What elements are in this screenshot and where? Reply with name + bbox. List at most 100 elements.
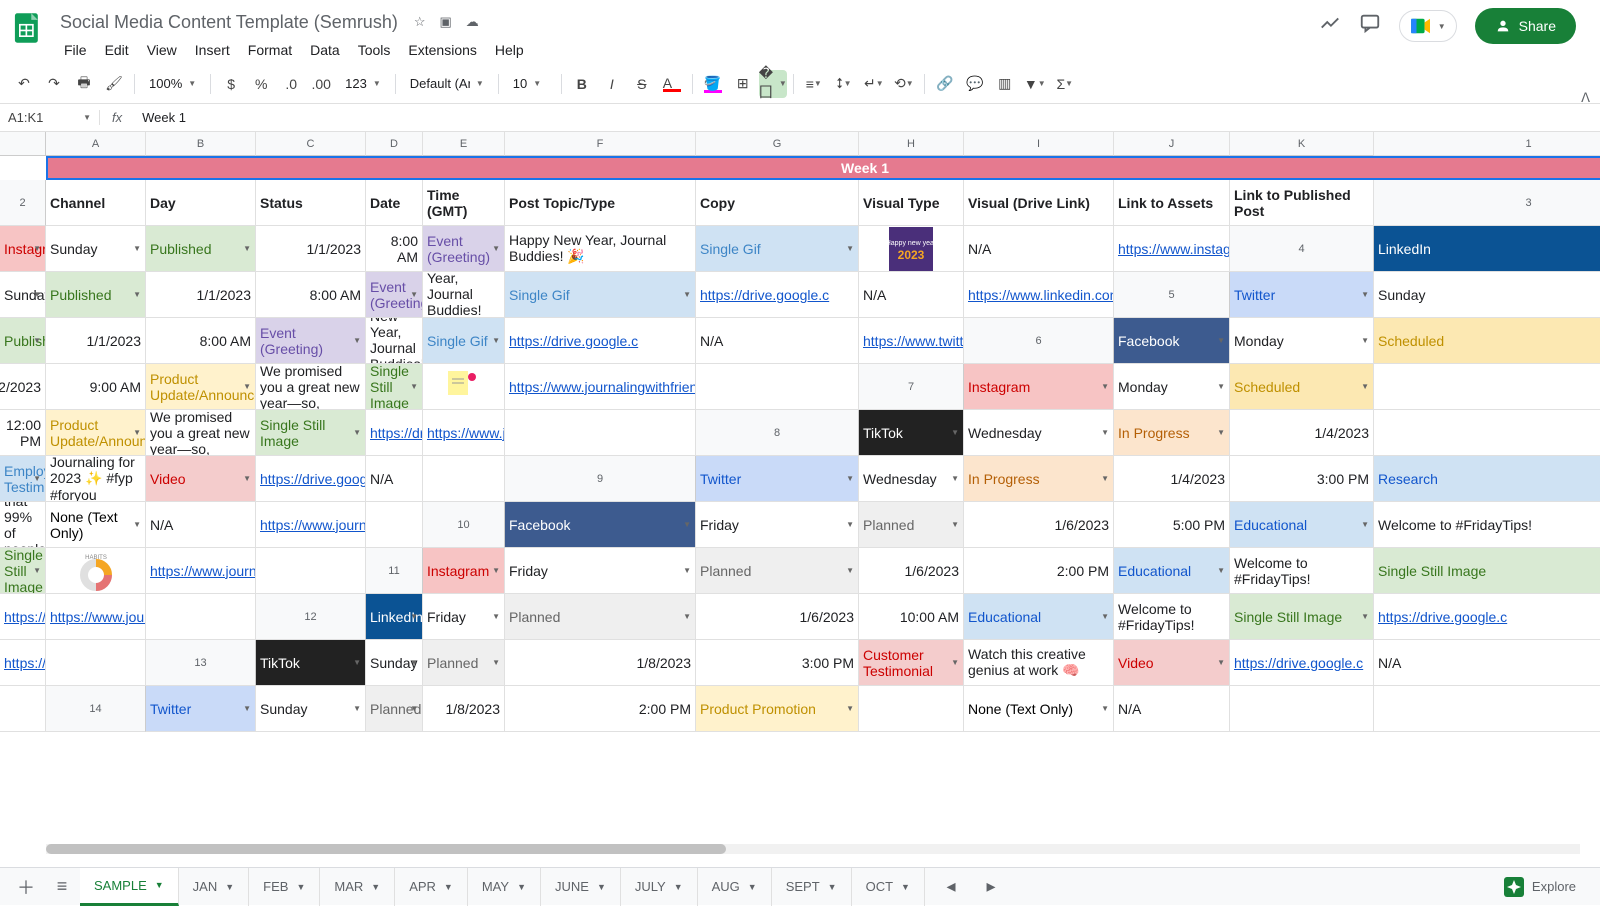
cell-copy[interactable]: Happy New Year, Journal Buddies! 🎉 [366, 318, 423, 364]
dropdown-icon[interactable]: ▼ [243, 244, 251, 253]
dropdown-icon[interactable]: ▼ [133, 520, 141, 529]
cell-day[interactable]: Sunday▼ [366, 640, 423, 686]
cell-channel[interactable]: Facebook▼ [1114, 318, 1230, 364]
cell-visual-type[interactable]: None (Text Only)▼ [46, 502, 146, 548]
cell-visual-type[interactable]: Single Still Image▼ [1230, 594, 1374, 640]
cell-time[interactable]: 5:00 PM [1114, 502, 1230, 548]
cell-date[interactable]: 1/1/2023 [46, 318, 146, 364]
cell-channel[interactable]: Facebook▼ [505, 502, 696, 548]
italic-button[interactable]: I [598, 70, 626, 98]
menu-view[interactable]: View [139, 38, 185, 62]
cell-status[interactable]: Planned▼ [505, 594, 696, 640]
move-icon[interactable]: ▣ [439, 14, 451, 30]
cell-assets[interactable] [1230, 686, 1374, 732]
cell-topic[interactable]: Event (Greeting)▼ [366, 272, 423, 318]
dropdown-icon[interactable]: ▼ [1361, 612, 1369, 621]
cell-time[interactable]: 10:00 AM [859, 594, 964, 640]
cell-channel[interactable]: Twitter▼ [146, 686, 256, 732]
dropdown-icon[interactable]: ▼ [353, 658, 361, 667]
font-size-select[interactable]: 10▼ [505, 70, 555, 98]
header-status[interactable]: Status [256, 180, 366, 226]
dropdown-icon[interactable]: ▼ [1361, 382, 1369, 391]
col-header-B[interactable]: B [146, 132, 256, 156]
cell-day[interactable]: Wednesday▼ [964, 410, 1114, 456]
cell-time[interactable]: 8:00 AM [256, 272, 366, 318]
dropdown-icon[interactable]: ▼ [33, 290, 41, 299]
cell-published[interactable] [366, 502, 423, 548]
cell-day[interactable]: Friday▼ [505, 548, 696, 594]
cell-status[interactable]: Scheduled▼ [1374, 318, 1600, 364]
cell-assets[interactable]: N/A [696, 318, 859, 364]
cell-status[interactable]: Scheduled▼ [1230, 364, 1374, 410]
cell-topic[interactable]: Event (Greeting)▼ [423, 226, 505, 272]
cell-topic[interactable]: Employee Testimonial▼ [0, 456, 46, 502]
menu-insert[interactable]: Insert [187, 38, 238, 62]
redo-button[interactable]: ↷ [40, 70, 68, 98]
dropdown-icon[interactable]: ▼ [133, 290, 141, 299]
dropdown-icon[interactable]: ▼ [951, 520, 959, 529]
cell-date[interactable]: 1/1/2023 [146, 272, 256, 318]
dropdown-icon[interactable]: ▼ [133, 244, 141, 253]
col-header-G[interactable]: G [696, 132, 859, 156]
comments-icon[interactable] [1359, 12, 1381, 40]
strike-button[interactable]: S [628, 70, 656, 98]
dropdown-icon[interactable]: ▼ [33, 474, 41, 483]
cell-status[interactable]: Planned▼ [859, 502, 964, 548]
cell-date[interactable]: 1/6/2023 [696, 594, 859, 640]
text-color-button[interactable]: A [658, 70, 686, 98]
menu-extensions[interactable]: Extensions [400, 38, 484, 62]
cell-date[interactable]: 1/4/2023 [1230, 410, 1374, 456]
cell-topic[interactable]: Product Update/Announcement▼ [146, 364, 256, 410]
col-header-F[interactable]: F [505, 132, 696, 156]
cell-published[interactable]: https://www.instagram.com/lin [1114, 226, 1230, 272]
header-channel[interactable]: Channel [46, 180, 146, 226]
cell-published[interactable] [1374, 686, 1600, 732]
cell-published[interactable] [423, 456, 505, 502]
dropdown-icon[interactable]: ▼ [846, 704, 854, 713]
cell-date[interactable]: 1/8/2023 [505, 640, 696, 686]
dropdown-icon[interactable]: ▼ [1361, 290, 1369, 299]
add-sheet-button[interactable]: ＋ [8, 869, 44, 905]
all-sheets-button[interactable]: ≡ [44, 869, 80, 905]
dropdown-icon[interactable]: ▼ [683, 290, 691, 299]
share-button[interactable]: Share [1475, 8, 1576, 44]
cell-copy[interactable]: We promised you a great new year—so, [256, 364, 366, 410]
dropdown-icon[interactable]: ▼ [951, 658, 959, 667]
cell-visual-type[interactable]: Single Gif▼ [423, 318, 505, 364]
meet-button[interactable]: ▼ [1399, 10, 1457, 42]
row-header[interactable]: 8 [696, 410, 859, 456]
dropdown-icon[interactable]: ▼ [1101, 612, 1109, 621]
cell-time[interactable]: 12:00 PM [1374, 410, 1600, 456]
cell-visual-type[interactable]: None (Text Only)▼ [964, 686, 1114, 732]
sheet-tab-oct[interactable]: OCT▼ [852, 868, 925, 906]
cell-published[interactable] [256, 548, 366, 594]
header-assets[interactable]: Link to Assets [1114, 180, 1230, 226]
cell-visual-type[interactable]: Single Still Image▼ [0, 548, 46, 594]
menu-edit[interactable]: Edit [97, 38, 137, 62]
cell-channel[interactable]: TikTok▼ [859, 410, 964, 456]
row-header[interactable]: 13 [146, 640, 256, 686]
increase-decimal-button[interactable]: .00 [307, 70, 335, 98]
cell-copy[interactable]: Welcome to #FridayTips! [1374, 502, 1600, 548]
col-header-E[interactable]: E [423, 132, 505, 156]
cell-date[interactable]: 1/2/2023 [0, 364, 46, 410]
cell-day[interactable]: Sunday▼ [0, 272, 46, 318]
cell-visual-link[interactable]: Happy new year2023 [859, 226, 964, 272]
dropdown-icon[interactable]: ▼ [243, 704, 251, 713]
cell-date[interactable]: 1/8/2023 [423, 686, 505, 732]
cell-assets[interactable]: https://www.journalingwithfrien [423, 410, 505, 456]
history-icon[interactable] [1319, 12, 1341, 40]
font-select[interactable]: Default (Ari...▼ [402, 70, 492, 98]
row-header[interactable]: 3 [1374, 180, 1600, 226]
cell-status[interactable]: Published▼ [146, 226, 256, 272]
cloud-status-icon[interactable]: ☁ [466, 14, 479, 30]
col-header-I[interactable]: I [964, 132, 1114, 156]
fill-color-button[interactable]: 🪣 [699, 70, 727, 98]
number-format-select[interactable]: 123▼ [337, 70, 389, 98]
cell-day[interactable]: Monday▼ [1114, 364, 1230, 410]
menu-data[interactable]: Data [302, 38, 348, 62]
dropdown-icon[interactable]: ▼ [1361, 336, 1369, 345]
cell-copy[interactable]: Welcome to #FridayTips! [1114, 594, 1230, 640]
cell-time[interactable]: 12:00 PM [0, 410, 46, 456]
col-header-H[interactable]: H [859, 132, 964, 156]
